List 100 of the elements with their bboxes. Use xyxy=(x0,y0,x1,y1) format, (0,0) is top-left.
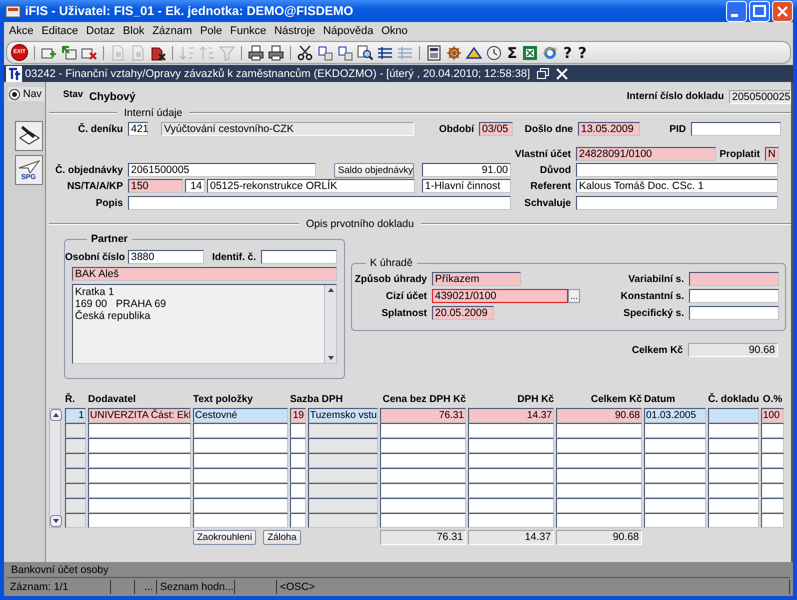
input-field[interactable] xyxy=(576,196,778,210)
menu-item[interactable]: Okno xyxy=(378,25,413,37)
close-button[interactable] xyxy=(772,0,793,22)
toolbar-button[interactable]: ? xyxy=(576,44,588,60)
input-field[interactable]: Příkazem xyxy=(432,272,521,286)
input-field[interactable]: BAK Aleš xyxy=(72,267,337,281)
table-cell[interactable] xyxy=(761,438,784,453)
menu-item[interactable]: Editace xyxy=(38,25,84,37)
input-field[interactable] xyxy=(128,196,511,210)
table-cell[interactable] xyxy=(761,498,784,513)
table-cell[interactable] xyxy=(761,483,784,498)
table-cell[interactable] xyxy=(193,513,288,528)
input-field[interactable] xyxy=(689,289,779,303)
input-field[interactable]: N xyxy=(765,147,779,161)
input-field[interactable] xyxy=(576,163,778,177)
toolbar-button[interactable]: ? xyxy=(562,44,573,60)
table-cell[interactable]: 14.37 xyxy=(468,408,554,423)
scrollbar[interactable] xyxy=(324,285,336,363)
input-field[interactable]: 24828091/0100 xyxy=(576,147,716,161)
triangle-icon[interactable] xyxy=(466,44,482,60)
table-cell[interactable] xyxy=(65,423,86,438)
table-cell[interactable] xyxy=(708,453,759,468)
spreadsheet-icon[interactable] xyxy=(522,44,538,60)
table-cell[interactable] xyxy=(308,468,378,483)
input-field[interactable]: 1-Hlavní činnost xyxy=(422,179,511,193)
calculator-icon[interactable] xyxy=(426,44,442,60)
input-field[interactable]: 2061500005 xyxy=(128,163,316,177)
maximize-button[interactable] xyxy=(749,0,770,22)
table-cell[interactable] xyxy=(644,498,706,513)
table-cell[interactable] xyxy=(644,438,706,453)
document-arrow-icon[interactable] xyxy=(61,44,77,60)
table-cell[interactable]: Cestovné xyxy=(193,408,288,423)
input-field[interactable]: 439021/0100 xyxy=(432,289,568,303)
table-cell[interactable] xyxy=(308,453,378,468)
input-field[interactable]: 2050500025 xyxy=(729,90,791,104)
table-cell[interactable] xyxy=(468,498,554,513)
table-cell[interactable] xyxy=(290,453,306,468)
table-cell[interactable] xyxy=(65,453,86,468)
table-cell[interactable] xyxy=(88,423,191,438)
input-field[interactable] xyxy=(691,122,781,136)
table-cell[interactable] xyxy=(193,453,288,468)
table-cell[interactable] xyxy=(708,423,759,438)
table-cell[interactable] xyxy=(644,483,706,498)
table-cell[interactable] xyxy=(708,438,759,453)
table-cell[interactable] xyxy=(193,498,288,513)
printer-icon[interactable] xyxy=(248,44,264,60)
table-cell[interactable] xyxy=(556,423,642,438)
input-field[interactable]: 421 xyxy=(128,122,148,136)
table-cell[interactable] xyxy=(65,483,86,498)
search-icon[interactable] xyxy=(357,44,373,60)
form-button[interactable]: Záloha xyxy=(263,530,301,545)
table-cell[interactable] xyxy=(193,483,288,498)
table-cell[interactable]: 90.68 xyxy=(556,408,642,423)
input-field[interactable]: 03/05 xyxy=(479,122,513,136)
table-cell[interactable] xyxy=(290,498,306,513)
input-field[interactable]: 3880 xyxy=(128,250,204,264)
close-icon[interactable] xyxy=(556,68,568,80)
table-cell[interactable] xyxy=(88,513,191,528)
input-field[interactable]: Kalous Tomáš Doc. CSc. 1 xyxy=(576,179,778,193)
scrollbar[interactable] xyxy=(49,408,61,528)
table-cell[interactable] xyxy=(708,468,759,483)
table-cell[interactable]: 76.31 xyxy=(380,408,466,423)
table-cell[interactable] xyxy=(380,423,466,438)
table-cell[interactable] xyxy=(708,483,759,498)
table-cell[interactable] xyxy=(308,423,378,438)
table-cell[interactable] xyxy=(708,408,759,423)
wheel-icon[interactable] xyxy=(446,44,462,60)
table-cell[interactable]: 01.03.2005 xyxy=(644,408,706,423)
table-cell[interactable] xyxy=(708,498,759,513)
table-cell[interactable]: 1 xyxy=(65,408,86,423)
table-cell[interactable]: UNIVERZITA Část: Ekl xyxy=(88,408,191,423)
input-field[interactable]: 150 xyxy=(128,179,183,193)
table-cell[interactable] xyxy=(556,513,642,528)
input-field[interactable] xyxy=(689,272,779,286)
input-field[interactable] xyxy=(261,250,337,264)
table-cell[interactable] xyxy=(88,468,191,483)
menu-item[interactable]: Blok xyxy=(120,25,150,37)
table-cell[interactable] xyxy=(308,483,378,498)
table-cell[interactable] xyxy=(88,498,191,513)
table-cell[interactable] xyxy=(556,453,642,468)
address-field[interactable]: Kratka 1 169 00 PRAHA 69 Česká republika xyxy=(72,284,337,364)
table-cell[interactable] xyxy=(88,483,191,498)
table-cell[interactable] xyxy=(468,453,554,468)
order-balance-button[interactable]: Saldo objednávky xyxy=(334,162,414,178)
input-field[interactable]: 91.00 xyxy=(422,163,511,177)
table-cell[interactable] xyxy=(708,513,759,528)
menu-item[interactable]: Nástroje xyxy=(271,25,320,37)
input-field[interactable]: 90.68 xyxy=(688,343,778,357)
table-cell[interactable] xyxy=(468,423,554,438)
menu-item[interactable]: Pole xyxy=(197,25,228,37)
nav-radio[interactable]: Nav xyxy=(8,87,45,101)
input-field[interactable]: 05125-rekonstrukce ORLÍK xyxy=(207,179,415,193)
pen-paper-button[interactable] xyxy=(14,121,42,151)
table-cell[interactable] xyxy=(308,498,378,513)
table-cell[interactable] xyxy=(380,498,466,513)
table-cell[interactable]: 100 xyxy=(761,408,784,423)
table-cell[interactable] xyxy=(380,438,466,453)
table-cell[interactable] xyxy=(556,483,642,498)
table-cell[interactable] xyxy=(468,483,554,498)
table-cell[interactable] xyxy=(644,513,706,528)
